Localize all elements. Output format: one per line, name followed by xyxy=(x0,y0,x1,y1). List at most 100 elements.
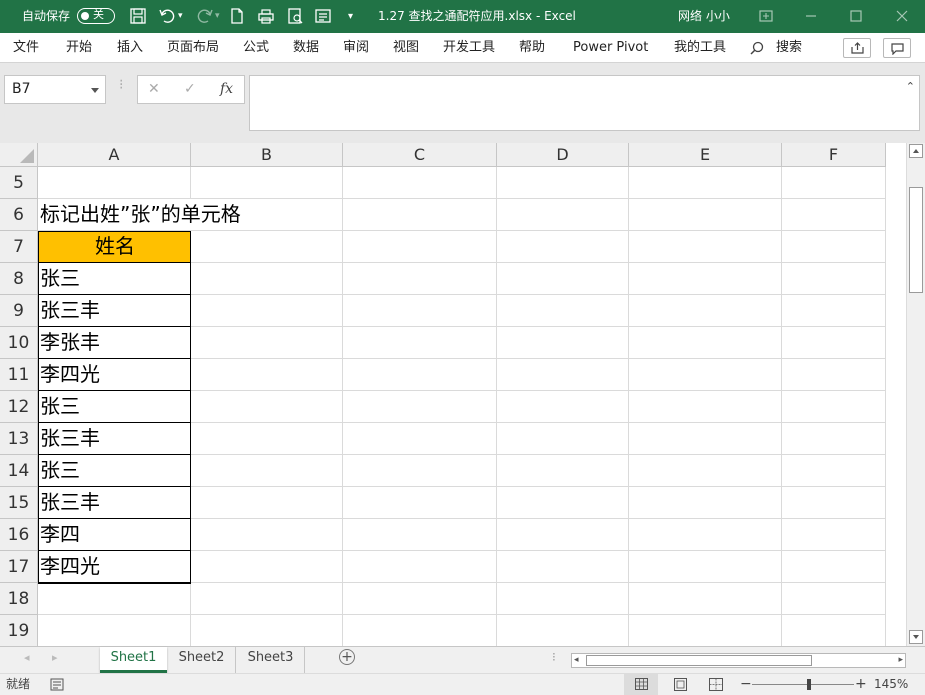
cell-f[interactable] xyxy=(782,455,886,487)
print-icon[interactable] xyxy=(257,7,275,25)
cell-e[interactable] xyxy=(629,263,782,295)
tab-review[interactable]: 审阅 xyxy=(343,33,369,63)
scroll-up-button[interactable] xyxy=(909,144,923,158)
cell-f[interactable] xyxy=(782,327,886,359)
cell-f[interactable] xyxy=(782,423,886,455)
cancel-icon[interactable]: ✕ xyxy=(148,76,160,103)
cell-d[interactable] xyxy=(497,231,629,263)
cell-e[interactable] xyxy=(629,167,782,199)
cell-e[interactable] xyxy=(629,359,782,391)
cell-d[interactable] xyxy=(497,583,629,615)
cell-e[interactable] xyxy=(629,199,782,231)
cell-c[interactable] xyxy=(343,359,497,391)
cell-e[interactable] xyxy=(629,391,782,423)
cell-f[interactable] xyxy=(782,359,886,391)
column-header-d[interactable]: D xyxy=(497,143,629,167)
tab-scroll-left-icon[interactable]: ◂ xyxy=(24,651,30,664)
scroll-right-icon[interactable]: ▸ xyxy=(898,654,903,667)
search-icon[interactable] xyxy=(750,41,764,55)
name-cell[interactable]: 张三 xyxy=(38,263,191,295)
cell-b[interactable] xyxy=(191,583,343,615)
cell-d[interactable] xyxy=(497,263,629,295)
cell-e[interactable] xyxy=(629,519,782,551)
name-cell[interactable]: 张三丰 xyxy=(38,487,191,519)
cell-c[interactable] xyxy=(343,519,497,551)
ribbon-display-icon[interactable] xyxy=(757,7,775,25)
name-box-dropdown-icon[interactable] xyxy=(91,88,99,93)
cell-c[interactable] xyxy=(343,295,497,327)
column-header-a[interactable]: A xyxy=(38,143,191,167)
close-icon[interactable] xyxy=(893,7,911,25)
formula-input[interactable]: ⌃ xyxy=(249,75,920,131)
cell-e[interactable] xyxy=(629,455,782,487)
cell-c[interactable] xyxy=(343,167,497,199)
zoom-out-button[interactable]: − xyxy=(740,674,752,695)
tab-my-tools[interactable]: 我的工具 xyxy=(674,33,726,63)
column-header-c[interactable]: C xyxy=(343,143,497,167)
column-header-f[interactable]: F xyxy=(782,143,886,167)
row-header[interactable]: 8 xyxy=(0,263,38,295)
cell-d[interactable] xyxy=(497,167,629,199)
cell-b[interactable] xyxy=(191,199,343,231)
zoom-level[interactable]: 145% xyxy=(874,674,908,695)
name-cell[interactable]: 李四光 xyxy=(38,551,191,583)
cell-f[interactable] xyxy=(782,519,886,551)
tab-page-layout[interactable]: 页面布局 xyxy=(167,33,219,63)
row-header[interactable]: 10 xyxy=(0,327,38,359)
row-header[interactable]: 14 xyxy=(0,455,38,487)
row-header[interactable]: 18 xyxy=(0,583,38,615)
autosave-toggle[interactable]: 关 xyxy=(77,8,115,24)
table-header-cell[interactable]: 姓名 xyxy=(38,231,191,263)
name-cell[interactable]: 张三丰 xyxy=(38,423,191,455)
vertical-scroll-thumb[interactable] xyxy=(909,187,923,293)
cell-e[interactable] xyxy=(629,487,782,519)
tab-developer[interactable]: 开发工具 xyxy=(443,33,495,63)
cell-e[interactable] xyxy=(629,423,782,455)
cell-c[interactable] xyxy=(343,391,497,423)
cell-b[interactable] xyxy=(191,359,343,391)
cell-b[interactable] xyxy=(191,551,343,583)
cell-c[interactable] xyxy=(343,583,497,615)
cell-f[interactable] xyxy=(782,551,886,583)
cell-b[interactable] xyxy=(191,423,343,455)
redo-icon[interactable] xyxy=(196,7,214,25)
cell-d[interactable] xyxy=(497,615,629,646)
vertical-scrollbar[interactable] xyxy=(906,143,925,646)
cell-a[interactable] xyxy=(38,583,191,615)
name-cell[interactable]: 李四光 xyxy=(38,359,191,391)
qat-customize-icon[interactable]: ▾ xyxy=(348,0,353,33)
zoom-in-button[interactable]: + xyxy=(855,674,867,695)
name-box[interactable]: B7 xyxy=(4,75,106,104)
page-break-view-icon[interactable] xyxy=(709,678,723,691)
scroll-down-button[interactable] xyxy=(909,630,923,644)
tab-power-pivot[interactable]: Power Pivot xyxy=(573,33,648,63)
tab-help[interactable]: 帮助 xyxy=(519,33,545,63)
row-header[interactable]: 17 xyxy=(0,551,38,583)
cell-e[interactable] xyxy=(629,615,782,646)
cell-e[interactable] xyxy=(629,327,782,359)
undo-icon[interactable] xyxy=(158,7,176,25)
cell-c[interactable] xyxy=(343,551,497,583)
cell-f[interactable] xyxy=(782,231,886,263)
tab-formulas[interactable]: 公式 xyxy=(243,33,269,63)
cell-f[interactable] xyxy=(782,583,886,615)
tab-file[interactable]: 文件 xyxy=(13,33,39,63)
cell-e[interactable] xyxy=(629,583,782,615)
row-header[interactable]: 12 xyxy=(0,391,38,423)
cell-b[interactable] xyxy=(191,487,343,519)
cell-d[interactable] xyxy=(497,327,629,359)
add-sheet-button[interactable]: + xyxy=(339,649,355,665)
cell-c[interactable] xyxy=(343,199,497,231)
select-all-corner[interactable] xyxy=(0,143,38,167)
cell-c[interactable] xyxy=(343,487,497,519)
cell-c[interactable] xyxy=(343,423,497,455)
cell-e[interactable] xyxy=(629,295,782,327)
tab-scroll-right-icon[interactable]: ▸ xyxy=(52,651,58,664)
name-cell[interactable]: 李张丰 xyxy=(38,327,191,359)
search-label[interactable]: 搜索 xyxy=(776,33,802,63)
redo-dropdown-icon[interactable]: ▾ xyxy=(215,0,220,33)
row-header[interactable]: 13 xyxy=(0,423,38,455)
page-layout-view-icon[interactable] xyxy=(674,678,687,691)
cell-c[interactable] xyxy=(343,231,497,263)
cell-b[interactable] xyxy=(191,391,343,423)
